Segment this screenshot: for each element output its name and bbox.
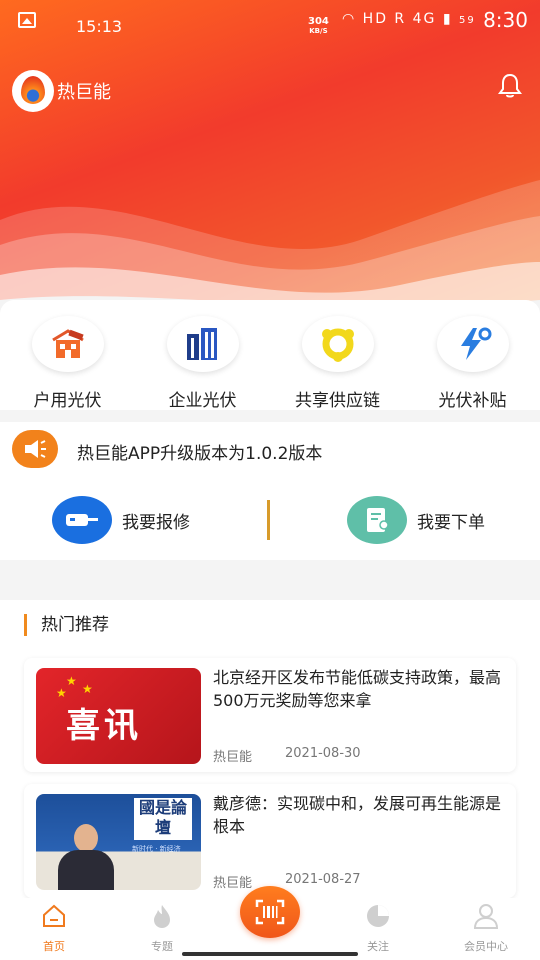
app-logo	[12, 70, 54, 112]
section-title: 热门推荐	[24, 614, 109, 636]
net-speed-unit: KB/S	[309, 27, 328, 35]
status-bar: 15:13 304 KB/S ◠ HD R 4G ▮ 59 8:30	[0, 0, 540, 40]
article-title: 戴彦德：实现碳中和，发展可再生能源是根本	[213, 794, 502, 836]
quick-nav-label: 光伏补贴	[438, 391, 507, 411]
speaker-icon	[12, 430, 58, 468]
article-thumbnail: 國是論壇 新时代 · 新经济	[36, 794, 201, 890]
order-form-icon	[347, 496, 407, 544]
hot-section: 热门推荐 ★ ★ ★ 喜讯 北京经开区发布节能低碳支持政策，最高500万元奖励等…	[0, 600, 540, 900]
article-date: 2021-08-30	[285, 746, 361, 761]
quick-nav-household-pv[interactable]: 户用光伏	[0, 300, 135, 411]
star-icon: ★	[82, 682, 93, 696]
net-speed-value: 304	[308, 16, 329, 27]
signal-icons: ◠ HD R 4G ▮ 59	[342, 11, 476, 27]
scan-icon	[255, 899, 285, 925]
scan-button[interactable]	[240, 886, 300, 938]
quick-nav-label: 共享供应链	[295, 391, 380, 411]
wave-decoration	[0, 180, 540, 320]
action-divider	[267, 500, 270, 540]
bolt-gear-icon	[436, 316, 509, 372]
thumbnail-caption: 新时代 · 新经济	[132, 845, 181, 853]
status-time: 15:13	[76, 17, 123, 36]
article-card[interactable]: 國是論壇 新时代 · 新经济 戴彦德：实现碳中和，发展可再生能源是根本 热巨能 …	[24, 784, 516, 898]
quick-nav-label: 企业光伏	[168, 391, 237, 411]
quick-nav: 户用光伏 企业光伏 共享供应链 光伏补贴	[0, 300, 540, 411]
nav-home[interactable]: 首页	[14, 898, 94, 954]
home-indicator	[182, 952, 358, 956]
article-source: 热巨能	[213, 876, 253, 891]
app-title: 热巨能	[57, 82, 111, 103]
house-solar-icon	[31, 316, 104, 372]
net-speed: 304 KB/S	[308, 17, 329, 36]
nav-label: 会员中心	[464, 940, 508, 953]
order-button[interactable]: 我要下单	[347, 496, 485, 544]
thumbnail-text: 國是論壇	[134, 798, 192, 840]
quick-nav-pv-subsidy[interactable]: 光伏补贴	[405, 300, 540, 411]
hero-banner	[0, 0, 540, 320]
bell-icon[interactable]	[496, 72, 524, 100]
nav-topics[interactable]: 专题	[122, 898, 202, 954]
article-date: 2021-08-27	[285, 872, 361, 887]
repair-button[interactable]: 我要报修	[52, 496, 190, 544]
order-label: 我要下单	[417, 512, 485, 533]
pie-icon	[367, 905, 389, 927]
notice-bar[interactable]: 热巨能APP升级版本为1.0.2版本	[0, 422, 540, 478]
status-clock: 8:30	[483, 8, 528, 32]
quick-nav-enterprise-pv[interactable]: 企业光伏	[135, 300, 270, 411]
nav-member[interactable]: 会员中心	[446, 898, 526, 954]
gallery-icon	[18, 12, 36, 28]
battery-level: 59	[458, 15, 476, 26]
quick-nav-shared-supply-chain[interactable]: 共享供应链	[270, 300, 405, 411]
repair-label: 我要报修	[122, 512, 190, 533]
quick-nav-label: 户用光伏	[33, 391, 102, 411]
home-icon	[43, 904, 65, 927]
flame-logo-icon	[21, 76, 45, 104]
star-icon: ★	[66, 674, 77, 688]
share-chain-icon	[301, 316, 374, 372]
speaker-photo	[56, 824, 116, 890]
user-icon	[473, 904, 499, 929]
flame-icon	[154, 905, 170, 928]
thumbnail-text: 喜讯	[66, 706, 142, 746]
article-card[interactable]: ★ ★ ★ 喜讯 北京经开区发布节能低碳支持政策，最高500万元奖励等您来拿 热…	[24, 658, 516, 772]
action-bar: 我要报修 我要下单	[0, 478, 540, 560]
nav-follow[interactable]: 关注	[338, 898, 418, 954]
article-source: 热巨能	[213, 750, 253, 765]
building-icon	[166, 316, 239, 372]
drill-icon	[52, 496, 112, 544]
nav-label: 首页	[43, 940, 65, 953]
notice-text: 热巨能APP升级版本为1.0.2版本	[77, 444, 323, 464]
article-thumbnail: ★ ★ ★ 喜讯	[36, 668, 201, 764]
article-title: 北京经开区发布节能低碳支持政策，最高500万元奖励等您来拿	[213, 668, 502, 710]
network-labels: HD R 4G	[362, 11, 437, 27]
